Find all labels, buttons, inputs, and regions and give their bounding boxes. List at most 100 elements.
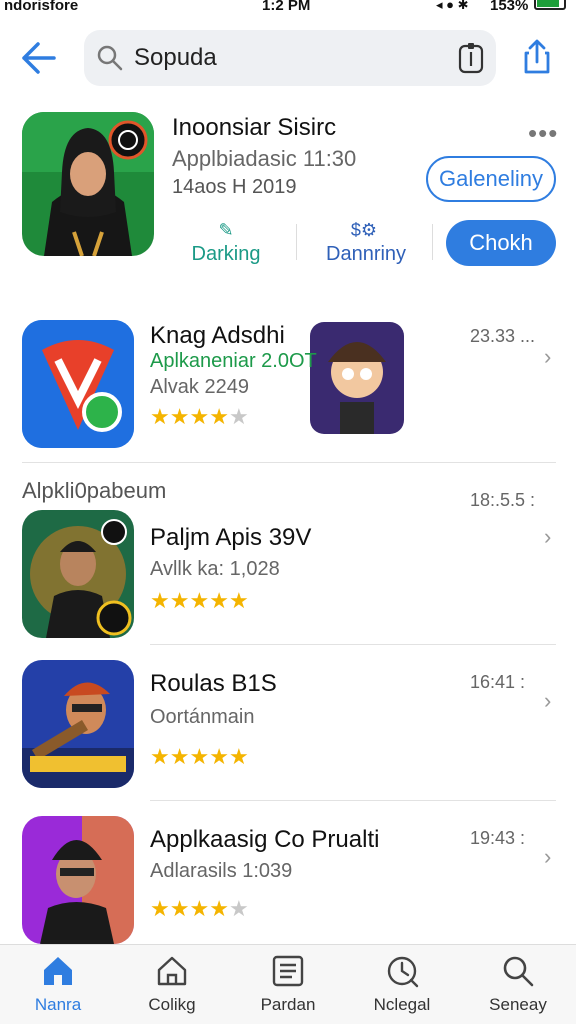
stat-label: Darking — [191, 243, 261, 265]
tab-label: Colikg — [148, 995, 196, 1014]
divider — [432, 224, 433, 260]
tab-label: Nclegal — [373, 995, 431, 1014]
star-rating: ★★★★★ — [150, 588, 249, 614]
back-arrow-icon — [22, 42, 56, 74]
star-rating: ★★★★★ — [150, 404, 249, 430]
clock-icon — [387, 956, 419, 988]
app-name[interactable]: Applkaasig Co Prualti — [150, 826, 379, 854]
stat-dannriny[interactable]: $⚙ Dannriny — [326, 220, 407, 266]
star-icon: ★ — [150, 404, 170, 429]
search-icon — [97, 45, 123, 71]
star-icon: ★ — [169, 588, 190, 613]
list-icon — [272, 955, 304, 987]
section-title: Alpkli0pabeum — [22, 478, 167, 503]
share-button[interactable] — [520, 38, 554, 76]
back-button[interactable] — [18, 38, 58, 78]
status-bar: ndorisfore 1:2 PM ◂ ● ✱ 153% — [0, 0, 576, 16]
featured-app-meta: 14aos H 2019 — [172, 176, 297, 198]
carrier-label: ndorisfore — [4, 0, 79, 14]
battery-percent: 153% — [490, 0, 529, 14]
avatar-icon — [22, 510, 134, 638]
map-pin-icon — [22, 320, 134, 448]
star-icon: ★ — [189, 896, 210, 921]
chevron-right-icon[interactable]: › — [544, 844, 551, 870]
divider — [22, 462, 556, 463]
star-rating: ★★★★★ — [150, 744, 249, 770]
star-icon: ★ — [228, 744, 249, 769]
search-input[interactable] — [134, 42, 434, 74]
star-icon: ★ — [209, 896, 229, 921]
divider — [150, 644, 556, 645]
app-time: 23.33 ... — [470, 326, 536, 346]
avatar-icon — [22, 816, 134, 944]
chevron-right-icon[interactable]: › — [544, 524, 551, 550]
app-subtitle: Oortánmain — [150, 706, 255, 728]
app-subtitle: Avllk ka: 1,028 — [150, 558, 280, 580]
chevron-right-icon[interactable]: › — [544, 344, 551, 370]
app-subtitle: Aplkaneniar 2.0OT — [150, 350, 317, 372]
app-time: 19:43 : — [470, 828, 526, 848]
tab-label: Seneay — [489, 995, 547, 1014]
tab-bar: Nanra Colikg Pardan Nclegal Seneay — [0, 944, 576, 1024]
share-icon — [524, 39, 550, 74]
tab-label: Nanra — [34, 995, 82, 1014]
app-subtitle: Adlarasils 1:039 — [150, 860, 293, 882]
app-preview-image — [310, 322, 404, 434]
avatar-icon — [22, 660, 134, 788]
tab-nclegal[interactable]: Nclegal — [352, 953, 452, 1015]
app-icon[interactable] — [22, 510, 134, 638]
star-icon: ★ — [189, 744, 210, 769]
money-icon: $⚙ — [350, 220, 378, 240]
star-icon: ★ — [150, 896, 170, 921]
star-icon: ★ — [209, 744, 229, 769]
app-icon[interactable] — [22, 320, 134, 448]
star-icon: ★ — [169, 896, 190, 921]
tab-home[interactable]: Nanra — [8, 953, 108, 1015]
star-icon: ★ — [209, 588, 229, 613]
star-icon: ★ — [189, 404, 210, 429]
check-button[interactable]: Chokh — [446, 220, 556, 266]
app-name[interactable]: Roulas B1S — [150, 670, 277, 698]
star-rating: ★★★★★ — [150, 896, 249, 922]
tab-label: Pardan — [260, 995, 316, 1014]
search-bar[interactable] — [84, 30, 496, 86]
star-icon: ★ — [150, 588, 170, 613]
signal-icon: ◂ ● ✱ — [436, 0, 469, 12]
featured-app-subtitle: Applbiadasic 11:30 — [172, 146, 357, 171]
tab-pardan[interactable]: Pardan — [238, 953, 338, 1015]
app-time: 16:41 : — [470, 672, 526, 692]
featured-app-title[interactable]: Inoonsiar Sisirc — [172, 114, 336, 142]
stat-label: Dannriny — [326, 243, 407, 265]
star-icon: ★ — [150, 744, 170, 769]
star-icon: ★ — [169, 744, 190, 769]
stat-darking[interactable]: ✎ Darking — [188, 220, 264, 266]
divider — [150, 800, 556, 801]
app-name[interactable]: Knag Adsdhi — [150, 322, 285, 350]
battery-icon — [534, 0, 566, 10]
search-icon — [503, 956, 534, 987]
clipboard-icon[interactable] — [458, 42, 484, 74]
chevron-right-icon[interactable]: › — [544, 688, 551, 714]
clock-label: 1:2 PM — [262, 0, 311, 14]
star-icon: ★ — [209, 404, 229, 429]
star-icon: ★ — [228, 588, 249, 613]
house-outline-icon — [157, 956, 187, 986]
more-options-button[interactable]: ••• — [528, 118, 558, 149]
app-subtitle-2: Alvak 2249 — [150, 376, 249, 398]
app-time: 18:.5.5 : — [470, 490, 536, 510]
app-icon[interactable] — [22, 660, 134, 788]
star-icon: ★ — [228, 896, 249, 921]
tab-colikg[interactable]: Colikg — [122, 953, 222, 1015]
avatar-icon — [22, 112, 154, 256]
home-icon — [44, 957, 72, 985]
character-icon — [310, 322, 404, 434]
star-icon: ★ — [189, 588, 210, 613]
pencil-icon: ✎ — [218, 220, 234, 240]
gallery-button[interactable]: Galeneliny — [426, 156, 556, 202]
app-name[interactable]: Paljm Apis 39V — [150, 524, 311, 552]
featured-app-icon[interactable] — [22, 112, 154, 256]
star-icon: ★ — [228, 404, 249, 429]
tab-search[interactable]: Seneay — [468, 953, 568, 1015]
app-icon[interactable] — [22, 816, 134, 944]
divider — [296, 224, 297, 260]
